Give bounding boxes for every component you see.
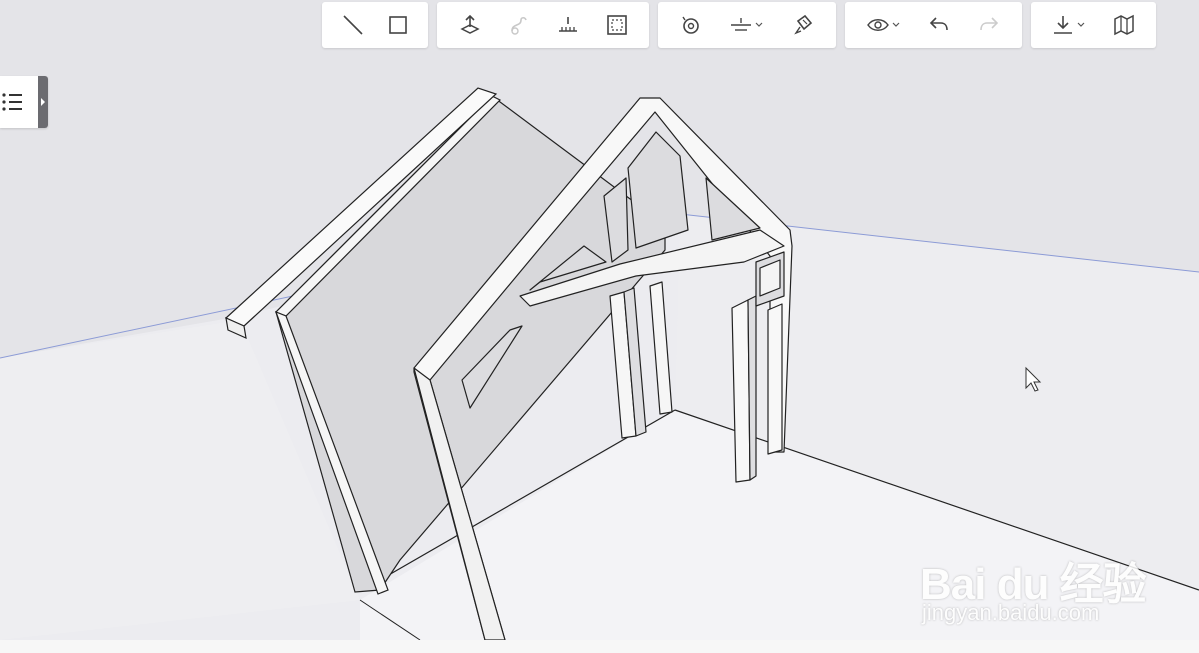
toolbar-view-group xyxy=(845,2,1022,48)
rectangle-tool-button[interactable] xyxy=(378,5,418,45)
undo-button[interactable] xyxy=(919,5,959,45)
list-icon xyxy=(2,93,22,111)
line-icon xyxy=(342,15,363,35)
section-plane-icon xyxy=(731,18,763,31)
paint-bucket-tool-button[interactable] xyxy=(783,5,823,45)
follow-me-icon xyxy=(510,16,527,35)
view-options-button[interactable] xyxy=(858,5,910,45)
toolbar-tools-group xyxy=(658,2,836,48)
offset-tool-button[interactable] xyxy=(597,5,637,45)
push-pull-icon xyxy=(459,14,480,34)
toolbar-modify-group xyxy=(437,2,649,48)
bottom-status-strip xyxy=(0,640,1199,653)
watermark-url: jingyan.baidu.com xyxy=(922,600,1100,625)
tape-measure-tool-button[interactable] xyxy=(548,5,588,45)
caret-right-icon xyxy=(41,98,45,106)
map-icon xyxy=(1114,14,1134,36)
orbit-icon xyxy=(682,16,699,34)
follow-me-tool-button[interactable] xyxy=(499,5,539,45)
line-tool-button[interactable] xyxy=(333,5,373,45)
rectangle-icon xyxy=(388,16,407,34)
toolbar-draw-group xyxy=(322,2,428,48)
download-icon xyxy=(1054,16,1085,34)
tape-measure-icon xyxy=(558,17,577,32)
offset-icon xyxy=(606,15,627,35)
outliner-expand-handle[interactable] xyxy=(38,76,48,128)
toolbar-file-group xyxy=(1031,2,1156,48)
baidu-watermark: Bai du 经验 jingyan.baidu.com xyxy=(920,528,1160,628)
map-button[interactable] xyxy=(1104,5,1144,45)
redo-icon xyxy=(980,17,999,31)
orbit-tool-button[interactable] xyxy=(671,5,711,45)
redo-button[interactable] xyxy=(969,5,1009,45)
eye-icon xyxy=(866,19,900,31)
undo-icon xyxy=(930,17,949,31)
push-pull-tool-button[interactable] xyxy=(450,5,490,45)
paint-bucket-icon xyxy=(794,14,813,35)
outliner-panel-toggle[interactable] xyxy=(0,76,48,128)
section-plane-tool-button[interactable] xyxy=(721,5,773,45)
download-button[interactable] xyxy=(1043,5,1095,45)
